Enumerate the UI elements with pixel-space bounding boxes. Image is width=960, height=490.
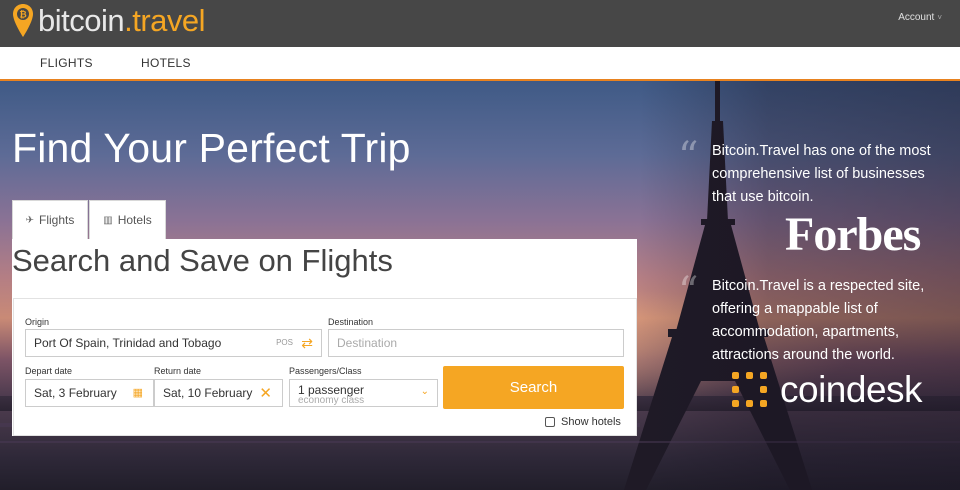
return-label: Return date — [154, 366, 202, 376]
logo-text: bitcoin.travel — [38, 3, 206, 38]
calendar-icon: ▦ — [132, 387, 143, 399]
main-nav: FLIGHTS HOTELS — [0, 47, 960, 81]
return-date-field[interactable]: Sat, 10 February ✕ — [154, 379, 283, 407]
chevron-down-icon: ˅ — [937, 13, 942, 22]
top-bar: ₿ bitcoin.travel Account ˅ — [0, 0, 960, 47]
tab-hotels-label: Hotels — [117, 213, 152, 227]
tab-hotels[interactable]: ▥ Hotels — [89, 200, 166, 239]
show-hotels-checkbox[interactable] — [545, 417, 555, 427]
nav-flights[interactable]: FLIGHTS — [40, 56, 93, 70]
tab-flights[interactable]: ✈ Flights — [12, 200, 88, 239]
show-hotels-label: Show hotels — [561, 416, 621, 428]
chevron-down-icon: ⌄ — [420, 386, 429, 397]
origin-field[interactable]: Port Of Spain, Trinidad and Tobago POS ⇄ — [25, 329, 322, 357]
search-title: Search and Save on Flights — [12, 243, 393, 278]
swap-icon[interactable]: ⇄ — [301, 335, 313, 352]
coindesk-logo: coindesk — [730, 369, 923, 411]
destination-label: Destination — [328, 317, 374, 327]
class-value: economy class — [298, 395, 365, 406]
forbes-quote: Bitcoin.Travel has one of the most compr… — [712, 143, 931, 205]
coindesk-quote: Bitcoin.Travel is a respected site, offe… — [712, 278, 925, 363]
destination-placeholder: Destination — [337, 336, 398, 350]
quote-icon: “ — [678, 269, 699, 315]
clear-icon[interactable]: ✕ — [259, 384, 272, 402]
site-logo[interactable]: ₿ bitcoin.travel — [12, 3, 206, 39]
destination-field[interactable]: Destination — [328, 329, 624, 357]
origin-label: Origin — [25, 317, 50, 327]
passengers-select[interactable]: 1 passenger economy class ⌄ — [289, 379, 438, 407]
account-menu[interactable]: Account ˅ — [898, 12, 942, 23]
building-icon: ▥ — [103, 214, 113, 226]
forbes-logo: Forbes — [785, 208, 921, 261]
depart-date-field[interactable]: Sat, 3 February ▦ — [25, 379, 154, 407]
coindesk-mark-icon — [732, 372, 767, 407]
quote-icon: “ — [678, 134, 699, 180]
hero-banner: Find Your Perfect Trip “ Bitcoin.Travel … — [0, 81, 960, 490]
svg-text:₿: ₿ — [19, 10, 26, 21]
coindesk-wordmark: coindesk — [780, 369, 923, 410]
origin-value: Port Of Spain, Trinidad and Tobago — [34, 336, 222, 350]
search-button[interactable]: Search — [443, 366, 624, 409]
depart-label: Depart date — [25, 366, 73, 376]
show-hotels-toggle[interactable]: Show hotels — [545, 416, 621, 428]
origin-code: POS — [276, 338, 293, 347]
account-label: Account — [898, 12, 935, 23]
depart-value: Sat, 3 February — [34, 386, 117, 400]
flight-search-panel: Search and Save on Flights Origin Port O… — [12, 239, 637, 436]
tab-flights-label: Flights — [39, 213, 75, 227]
nav-hotels[interactable]: HOTELS — [141, 56, 191, 70]
location-pin-icon: ₿ — [13, 4, 33, 37]
plane-icon: ✈ — [25, 214, 35, 226]
return-value: Sat, 10 February — [163, 386, 253, 400]
passengers-label: Passengers/Class — [289, 366, 362, 376]
hero-title: Find Your Perfect Trip — [12, 125, 411, 171]
